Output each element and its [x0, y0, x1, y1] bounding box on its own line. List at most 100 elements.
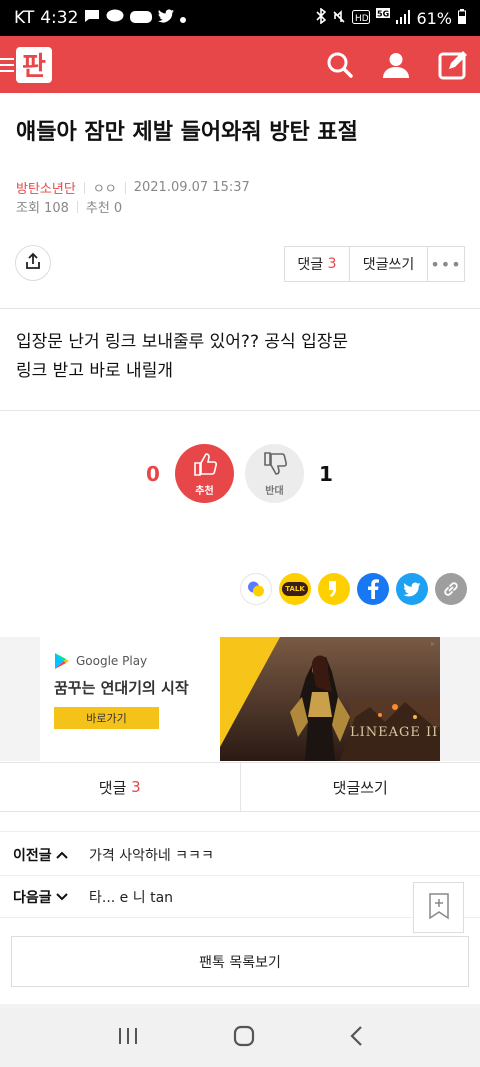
comment-tab-label: 댓글 [98, 778, 127, 797]
next-post-label-wrap: 다음글 [13, 887, 89, 907]
google-play-label: Google Play [76, 654, 148, 668]
comment-tab-count: 3 [131, 778, 141, 796]
post-body-line: 입장문 난거 링크 보내줄루 있어?? 공식 입장문 [16, 332, 348, 352]
pann-logo[interactable]: 판 [0, 46, 52, 83]
battery-icon [458, 8, 466, 28]
twitter-notification-icon [158, 8, 175, 28]
system-nav-bar [0, 1008, 480, 1067]
comment-button[interactable]: 댓글 3 [285, 247, 350, 281]
share-icon [24, 252, 42, 274]
upvote-count: 0 [146, 462, 160, 486]
thumbs-down-icon [262, 451, 288, 480]
carrier-label: KT [14, 8, 35, 28]
section-divider [0, 831, 480, 832]
status-bar: KT 4:32 HD 5G 61% [0, 0, 480, 36]
post-body-line: 링크 받고 바로 내릴개 [16, 361, 173, 381]
ad-game-artwork [220, 637, 440, 761]
upvote-label: 추천 [195, 485, 214, 497]
menu-icon[interactable] [0, 57, 14, 72]
user-icon[interactable] [382, 51, 410, 79]
bookmark-button[interactable] [413, 882, 464, 933]
write-comment-button[interactable]: 댓글쓰기 [350, 247, 428, 281]
downvote-label: 반대 [265, 485, 284, 497]
write-post-icon[interactable] [438, 50, 468, 80]
meta-divider [124, 181, 126, 194]
post-stats: 조회 108 추천 0 [16, 197, 122, 216]
more-options-button[interactable]: ••• [428, 247, 464, 281]
chevron-down-icon [55, 889, 68, 905]
comment-count: 3 [327, 256, 337, 272]
comment-label: 댓글 [297, 257, 324, 273]
view-count: 조회 108 [16, 201, 69, 216]
facebook-icon [368, 579, 379, 599]
view-list-button[interactable]: 팬톡 목록보기 [11, 936, 469, 987]
post-author: ㅇㅇ [92, 182, 117, 197]
section-divider [0, 410, 480, 411]
prev-post-label-wrap: 이전글 [13, 845, 89, 865]
write-comment-tab[interactable]: 댓글쓰기 [241, 763, 480, 811]
copy-link-button[interactable] [435, 573, 467, 605]
twitter-share-button[interactable] [396, 573, 428, 605]
downvote-count: 1 [319, 462, 333, 486]
upvote-button[interactable]: 추천 [175, 444, 234, 503]
kakao-share-button[interactable] [318, 573, 350, 605]
google-play-badge: Google Play [54, 652, 147, 670]
svg-text:HD: HD [355, 14, 369, 24]
ad-brand-text: LINEAGE II [350, 725, 439, 740]
link-icon [444, 582, 458, 596]
share-row: TALK [240, 573, 467, 605]
recent-apps-icon[interactable] [117, 1026, 139, 1050]
logo-mark: 판 [16, 46, 52, 83]
signal-icon [396, 9, 411, 28]
comment-bar: 댓글 3 댓글쓰기 [0, 762, 480, 812]
ad-headline: 꿈꾸는 연대기의 시작 [54, 679, 189, 697]
search-icon[interactable] [326, 51, 354, 79]
ad-cta-button[interactable]: 바로가기 [54, 707, 159, 729]
bluetooth-icon [316, 7, 327, 28]
post-category[interactable]: 방탄소년단 [16, 178, 76, 197]
kakaotalk-share-button[interactable]: TALK [279, 573, 311, 605]
pass-notification-icon [130, 8, 153, 28]
back-icon[interactable] [349, 1025, 363, 1051]
facebook-share-button[interactable] [357, 573, 389, 605]
kakaotalk-icon: TALK [282, 582, 308, 596]
post-action-group: 댓글 3 댓글쓰기 ••• [284, 246, 465, 282]
meta-divider [76, 200, 78, 213]
next-post-label: 다음글 [13, 889, 52, 906]
google-play-icon [55, 653, 69, 669]
clock: 4:32 [40, 8, 79, 28]
post-datetime: 2021.09.07 15:37 [133, 180, 250, 195]
app-header: 판 [0, 36, 480, 93]
battery-percent: 61% [416, 8, 452, 28]
talk-notification-icon [106, 8, 124, 28]
downvote-button[interactable]: 반대 [245, 444, 304, 503]
section-divider [0, 308, 480, 309]
ad-info-icon[interactable]: ▸ [428, 639, 438, 649]
5g-icon: 5G [376, 8, 391, 28]
next-post-row[interactable]: 다음글 타... e 니 tan [0, 876, 480, 918]
comment-tab[interactable]: 댓글 3 [0, 763, 241, 811]
chevron-up-icon [55, 847, 68, 863]
post-body: 입장문 난거 링크 보내줄루 있어?? 공식 입장문 링크 받고 바로 내릴개 [16, 328, 456, 386]
prev-post-row[interactable]: 이전글 가격 사악하네 ㅋㅋㅋ [0, 834, 480, 876]
meta-divider [83, 181, 85, 194]
kakao-story-share-button[interactable] [240, 573, 272, 605]
dot-indicator-icon [180, 8, 187, 28]
prev-post-label: 이전글 [13, 847, 52, 864]
recommend-count: 추천 0 [85, 201, 123, 216]
home-icon[interactable] [232, 1024, 256, 1052]
mute-icon [332, 9, 346, 28]
thumbs-up-icon [192, 451, 218, 480]
svg-text:5G: 5G [377, 10, 389, 19]
hd-icon: HD [352, 9, 371, 28]
message-icon [84, 8, 100, 28]
kakao-quote-icon [329, 581, 336, 597]
next-post-title[interactable]: 타... e 니 tan [89, 887, 173, 907]
ad-banner[interactable]: Google Play 꿈꾸는 연대기의 시작 바로가기 LINEAGE II … [40, 637, 440, 761]
share-button[interactable] [15, 245, 51, 281]
twitter-icon [403, 582, 421, 596]
post-meta: 방탄소년단 ㅇㅇ 2021.09.07 15:37 [16, 178, 250, 197]
kakao-story-icon [248, 581, 264, 597]
prev-post-title[interactable]: 가격 사악하네 ㅋㅋㅋ [89, 845, 214, 865]
post-title: 얘들아 잠만 제발 들어와줘 방탄 표절 [16, 120, 358, 145]
